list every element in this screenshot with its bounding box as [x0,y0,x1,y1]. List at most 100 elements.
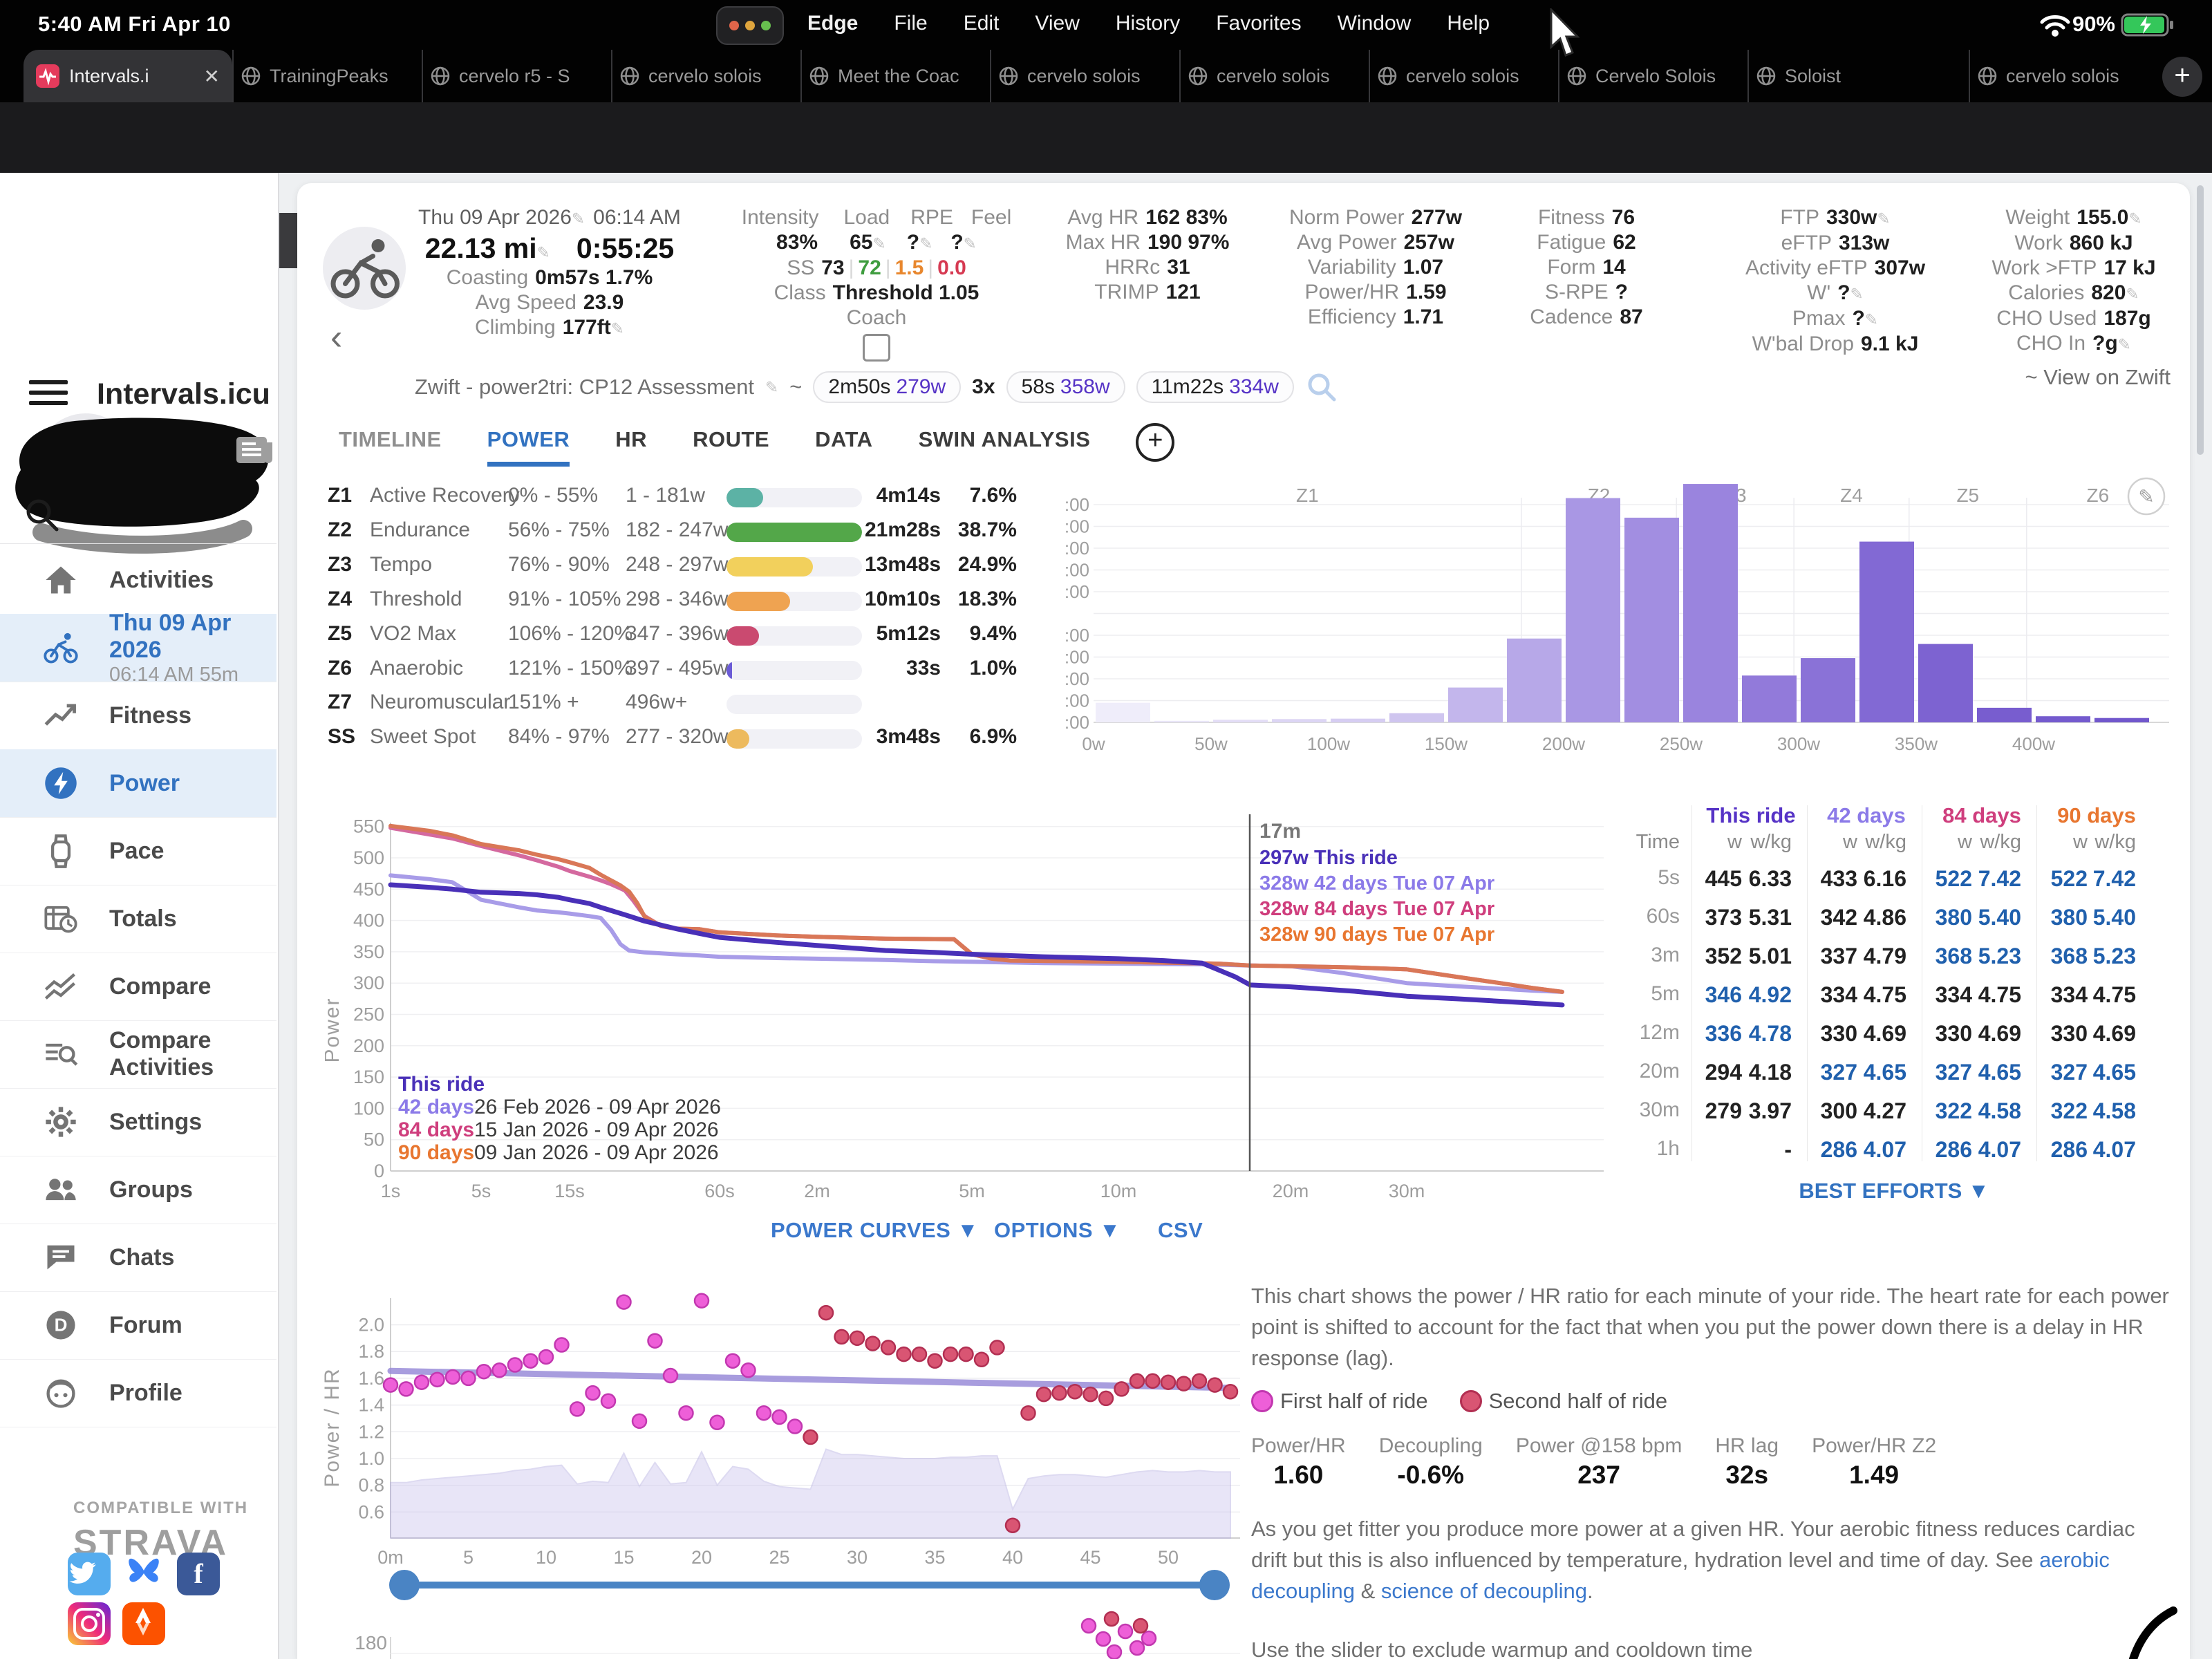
tab-timeline[interactable]: TIMELINE [339,427,442,452]
sidebar-menu-icon[interactable] [29,380,68,411]
stat-text: ? [950,231,963,254]
edit-icon[interactable]: ✎ [1865,310,1878,328]
workout-step-pill[interactable]: 2m50s279w [813,371,961,403]
browser-tab[interactable]: cervelo solois [1179,50,1369,102]
browser-tab[interactable]: cervelo solois [1969,50,2158,102]
strava-icon[interactable] [122,1602,165,1645]
coach-checkbox[interactable] [863,334,890,362]
stat: Power @158 bpm237 [1516,1434,1683,1490]
best-efforts-button[interactable]: BEST EFFORTS ▼ [1790,1179,1998,1203]
effort-value: 4.65 [1830,1060,1906,1085]
browser-tab[interactable]: Soloist [1747,50,1937,102]
stat-text: Coasting [447,266,528,289]
stat-text: 860 kJ [2070,232,2133,254]
bluesky-icon[interactable] [122,1553,165,1595]
edit-icon[interactable]: ✎ [1850,285,1864,303]
scrollbar[interactable] [2197,185,2204,455]
zone-row: Z2Endurance56% - 75%182 - 247w21m28s38.7… [318,518,1023,549]
menu-window[interactable]: Window [1338,12,1412,35]
zone-id: Z3 [328,553,352,577]
tab-swin-analysis[interactable]: SWIN ANALYSIS [919,427,1091,452]
edit-icon[interactable]: ✎ [537,243,550,261]
browser-tab-label: cervelo solois [2006,66,2119,87]
sidebar-item-pace[interactable]: Pace [0,817,276,885]
browser-tab-label: Intervals.i [69,66,149,87]
edit-icon[interactable]: ✎ [572,209,585,227]
tab-hr[interactable]: HR [615,427,647,452]
edit-icon[interactable]: ✎ [1877,209,1890,227]
browser-tab[interactable]: TrainingPeaks [232,50,422,102]
sidebar-item-totals[interactable]: Totals [0,885,276,953]
sidebar-item-power[interactable]: Power [0,749,276,818]
menu-view[interactable]: View [1035,12,1079,35]
workout-step-pill[interactable]: 11m22s334w [1136,371,1294,403]
edit-icon[interactable]: ✎ [2126,285,2139,303]
power-curves-button[interactable]: POWER CURVES ▼ [771,1218,979,1243]
sidebar-item-groups[interactable]: Groups [0,1156,276,1224]
browser-tab[interactable]: Meet the Coac [800,50,990,102]
add-tab-button[interactable]: + [1136,423,1174,462]
window-controls[interactable] [716,6,784,45]
sidebar-item-profile[interactable]: Profile [0,1359,276,1427]
browser-tab[interactable]: cervelo solois [990,50,1179,102]
people-icon [43,1172,79,1208]
menu-file[interactable]: File [894,12,927,35]
facebook-icon[interactable]: f [177,1553,220,1595]
sidebar-item-settings[interactable]: Settings [0,1088,276,1156]
instagram-icon[interactable] [68,1602,111,1645]
stat-text: 820 [2091,281,2126,304]
svg-text:500: 500 [353,847,384,868]
tab-power[interactable]: POWER [487,427,570,467]
menu-edit[interactable]: Edit [964,12,1000,35]
edit-icon[interactable]: ✎ [2118,335,2131,353]
zone-bar [727,626,862,646]
menu-edge[interactable]: Edge [807,12,858,35]
sidebar-item-forum[interactable]: DForum [0,1291,276,1360]
sidebar-item-compare[interactable]: Compare [0,953,276,1021]
new-tab-button[interactable]: + [2162,57,2202,97]
svg-text:1s: 1s [381,1181,401,1201]
edit-icon[interactable]: ✎ [919,234,932,252]
stat-text: Intensity [742,206,819,229]
browser-tab[interactable]: cervelo r5 - S [422,50,611,102]
sidebar-item-thu-09-apr-2026[interactable]: Thu 09 Apr 202606:14 AM 55m [0,614,276,682]
svg-text:180: 180 [355,1632,387,1653]
workout-step-pill[interactable]: 58s358w [1006,371,1125,403]
effort-value: 4.69 [2060,1021,2136,1047]
range-slider-track[interactable] [404,1582,1215,1588]
options-button[interactable]: OPTIONS ▼ [994,1218,1121,1243]
slider-handle-left[interactable] [389,1570,420,1600]
tab-route[interactable]: ROUTE [693,427,769,452]
browser-tab-active[interactable]: Intervals.i ✕ [24,50,232,102]
edit-icon[interactable]: ✎ [611,319,624,337]
stat-text: Avg HR [1067,206,1138,229]
stat-text: FTP [1780,206,1819,229]
menu-history[interactable]: History [1116,12,1180,35]
workout-search-icon[interactable] [1305,371,1338,404]
stat-text: Variability [1308,256,1396,279]
view-on-zwift-link[interactable]: ~ View on Zwift [1984,365,2171,390]
collapse-chevron[interactable]: ‹ [330,317,342,358]
twitter-icon[interactable] [68,1553,111,1595]
sidebar-item-chats[interactable]: Chats [0,1224,276,1292]
decoupling-link[interactable]: science of decoupling [1381,1579,1587,1603]
slider-handle-right[interactable] [1199,1570,1230,1600]
sidebar-item-fitness[interactable]: Fitness [0,682,276,750]
sidebar-item-activities[interactable]: Activities [0,546,276,615]
edit-icon[interactable]: ✎ [872,234,885,252]
edit-icon[interactable]: ✎ [765,378,778,397]
svg-text:20: 20 [691,1547,712,1568]
menu-help[interactable]: Help [1447,12,1490,35]
menu-favorites[interactable]: Favorites [1216,12,1301,35]
tab-data[interactable]: DATA [815,427,873,452]
browser-tab[interactable]: cervelo solois [1369,50,1558,102]
zone-row: SSSweet Spot84% - 97%277 - 320w3m48s6.9% [318,725,1023,756]
tab-close-icon[interactable]: ✕ [204,65,220,88]
csv-button[interactable]: CSV [1158,1218,1203,1243]
zone-name: Sweet Spot [370,725,476,749]
sidebar-item-label: Chats [109,1244,174,1271]
sidebar-item-compare-activities[interactable]: Compare Activities [0,1020,276,1089]
stat-text: Avg Speed [476,291,577,314]
browser-tab[interactable]: cervelo solois [611,50,800,102]
edit-icon[interactable]: ✎ [2128,209,2141,227]
